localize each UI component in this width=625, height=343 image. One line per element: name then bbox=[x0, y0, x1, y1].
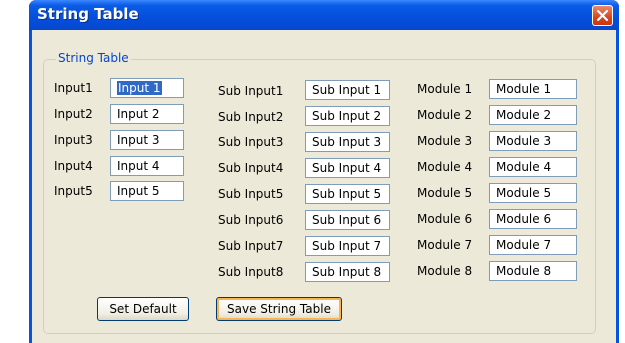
sub-input-label: Sub Input5 bbox=[218, 187, 284, 201]
module-field[interactable]: Module 5 bbox=[489, 183, 577, 203]
input-label: Input3 bbox=[54, 133, 93, 147]
sub-input-field[interactable]: Sub Input 4 bbox=[305, 158, 390, 178]
module-field[interactable]: Module 3 bbox=[489, 131, 577, 151]
module-label: Module 8 bbox=[417, 264, 473, 278]
sub-input-label: Sub Input7 bbox=[218, 239, 284, 253]
sub-input-field[interactable]: Sub Input 8 bbox=[305, 262, 390, 282]
close-button[interactable] bbox=[592, 5, 613, 26]
module-field[interactable]: Module 4 bbox=[489, 157, 577, 177]
input-label: Input2 bbox=[54, 107, 93, 121]
dialog-window: String Table String Table Input1 Input 1… bbox=[29, 0, 619, 343]
sub-input-field[interactable]: Sub Input 7 bbox=[305, 236, 390, 256]
input-field[interactable]: Input 5 bbox=[110, 181, 184, 201]
input-label: Input4 bbox=[54, 159, 93, 173]
sub-input-field[interactable]: Sub Input 6 bbox=[305, 210, 390, 230]
set-default-button[interactable]: Set Default bbox=[97, 297, 189, 321]
sub-input-field[interactable]: Sub Input 3 bbox=[305, 132, 390, 152]
module-field[interactable]: Module 7 bbox=[489, 235, 577, 255]
title-bar[interactable]: String Table bbox=[29, 0, 619, 30]
module-label: Module 4 bbox=[417, 160, 473, 174]
sub-input-field[interactable]: Sub Input 1 bbox=[305, 80, 390, 100]
sub-input-field[interactable]: Sub Input 2 bbox=[305, 106, 390, 126]
close-icon bbox=[596, 9, 609, 22]
module-field[interactable]: Module 1 bbox=[489, 79, 577, 99]
module-label: Module 7 bbox=[417, 238, 473, 252]
sub-input-label: Sub Input1 bbox=[218, 84, 284, 98]
sub-input-field[interactable]: Sub Input 5 bbox=[305, 184, 390, 204]
save-string-table-button[interactable]: Save String Table bbox=[216, 297, 342, 321]
window-title: String Table bbox=[37, 5, 139, 23]
input-field[interactable]: Input 3 bbox=[110, 130, 184, 150]
module-label: Module 1 bbox=[417, 82, 473, 96]
module-label: Module 3 bbox=[417, 134, 473, 148]
sub-input-label: Sub Input4 bbox=[218, 161, 284, 175]
groupbox-legend: String Table bbox=[56, 51, 131, 65]
sub-input-label: Sub Input8 bbox=[218, 265, 284, 279]
sub-input-label: Sub Input2 bbox=[218, 110, 284, 124]
module-label: Module 2 bbox=[417, 108, 473, 122]
input-field[interactable]: Input 4 bbox=[110, 156, 184, 176]
input-label: Input1 bbox=[54, 81, 93, 95]
sub-input-label: Sub Input6 bbox=[218, 213, 284, 227]
input-field[interactable]: Input 2 bbox=[110, 104, 184, 124]
module-label: Module 6 bbox=[417, 212, 473, 226]
module-field[interactable]: Module 2 bbox=[489, 105, 577, 125]
sub-input-label: Sub Input3 bbox=[218, 135, 284, 149]
module-field[interactable]: Module 8 bbox=[489, 261, 577, 281]
module-label: Module 5 bbox=[417, 186, 473, 200]
input-label: Input5 bbox=[54, 184, 93, 198]
module-field[interactable]: Module 6 bbox=[489, 209, 577, 229]
input-field[interactable]: Input 1 bbox=[110, 78, 184, 98]
dialog-client-area: String Table Input1 Input 1 Input2 Input… bbox=[32, 30, 616, 343]
